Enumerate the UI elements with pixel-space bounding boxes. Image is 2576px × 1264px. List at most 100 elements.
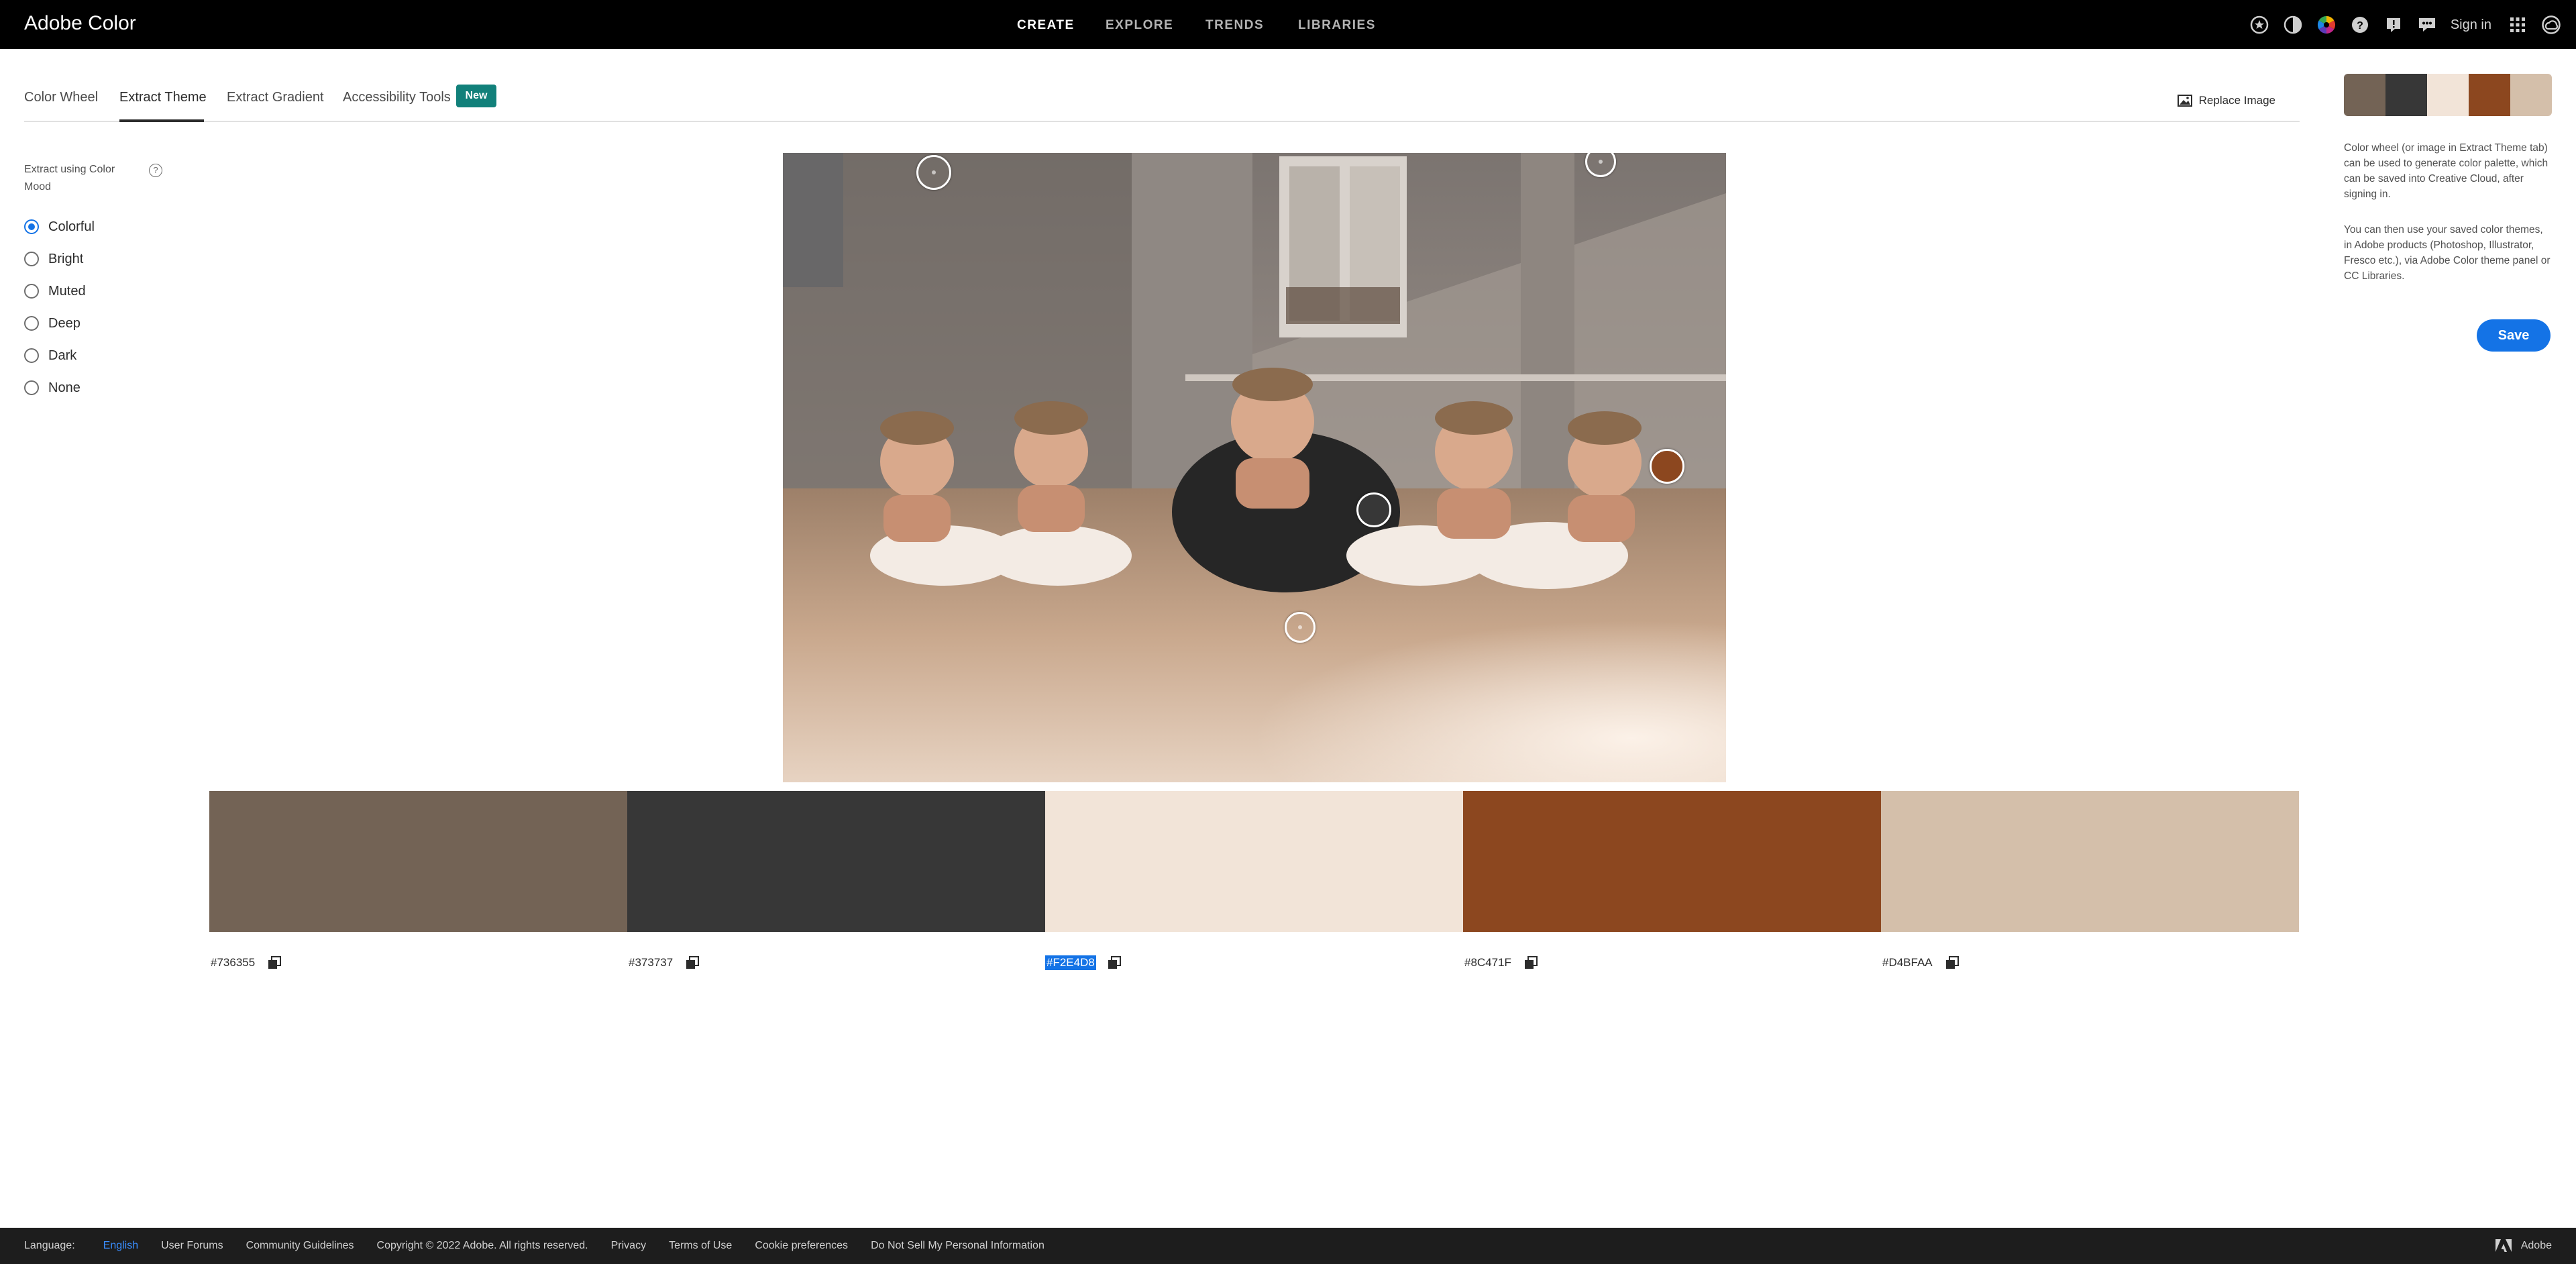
- hex-cell-1: #736355: [209, 953, 282, 973]
- hex-cell-3: #F2E4D8: [1045, 953, 1122, 973]
- color-mood-label: Extract using Color Mood: [24, 164, 115, 193]
- swatch-4[interactable]: [1463, 791, 1881, 932]
- tab-accessibility-tools[interactable]: Accessibility Tools: [343, 90, 451, 105]
- mood-label: Deep: [48, 315, 80, 331]
- app-title[interactable]: Adobe Color: [24, 12, 136, 35]
- info-icon[interactable]: ?: [149, 164, 162, 177]
- hex-input[interactable]: #8C471F: [1463, 955, 1513, 970]
- swatch-1[interactable]: [209, 791, 627, 932]
- tab-extract-gradient[interactable]: Extract Gradient: [227, 90, 324, 105]
- mini-swatch-3: [2427, 74, 2469, 116]
- adobe-logo-icon: [2495, 1239, 2512, 1252]
- image-icon: [2177, 95, 2192, 107]
- nav-explore[interactable]: EXPLORE: [1106, 18, 1173, 33]
- mood-bright[interactable]: Bright: [24, 243, 165, 275]
- mood-colorful[interactable]: Colorful: [24, 211, 165, 243]
- radio-unchecked[interactable]: [24, 316, 39, 331]
- top-bar: Adobe Color CREATE EXPLORE TRENDS LIBRAR…: [0, 0, 2576, 49]
- hex-input[interactable]: #D4BFAA: [1881, 955, 1934, 970]
- radio-unchecked[interactable]: [24, 284, 39, 299]
- footer-link-do-not-sell[interactable]: Do Not Sell My Personal Information: [871, 1240, 1044, 1252]
- language-selector[interactable]: Language: English: [24, 1240, 138, 1252]
- mini-swatch-1: [2344, 74, 2385, 116]
- mood-label: None: [48, 380, 80, 395]
- color-picker-5[interactable]: [1285, 612, 1316, 643]
- footer-link-privacy[interactable]: Privacy: [611, 1240, 646, 1252]
- copy-icon[interactable]: [1107, 955, 1122, 970]
- help-icon[interactable]: ?: [2349, 13, 2371, 36]
- contrast-icon[interactable]: [2282, 13, 2304, 36]
- main-nav: CREATE EXPLORE TRENDS LIBRARIES: [0, 0, 2576, 49]
- color-picker-2[interactable]: [1356, 492, 1391, 527]
- footer-link-cookie-preferences[interactable]: Cookie preferences: [755, 1240, 848, 1252]
- copy-icon[interactable]: [685, 955, 700, 970]
- nav-libraries[interactable]: LIBRARIES: [1298, 18, 1376, 33]
- mood-deep[interactable]: Deep: [24, 307, 165, 339]
- radio-unchecked[interactable]: [24, 252, 39, 266]
- usage-info-text: You can then use your saved color themes…: [2344, 224, 2551, 282]
- footer-copyright: Copyright © 2022 Adobe. All rights reser…: [376, 1240, 588, 1251]
- radio-unchecked[interactable]: [24, 348, 39, 363]
- hex-cell-5: #D4BFAA: [1881, 953, 1960, 973]
- swatch-3[interactable]: [1045, 791, 1463, 932]
- favorites-icon[interactable]: [2248, 13, 2271, 36]
- apps-grid-icon[interactable]: [2506, 13, 2529, 36]
- active-tab-indicator: [119, 119, 204, 122]
- hex-cell-2: #373737: [627, 953, 700, 973]
- mood-none[interactable]: None: [24, 372, 165, 404]
- footer-link-user-forums[interactable]: User Forums: [161, 1240, 223, 1252]
- mini-swatch-5: [2510, 74, 2552, 116]
- color-picker-1[interactable]: [916, 155, 951, 190]
- mini-swatch-2: [2385, 74, 2427, 116]
- ballet-photo: [783, 153, 1726, 782]
- mood-label: Colorful: [48, 219, 95, 234]
- hex-input[interactable]: #736355: [209, 955, 256, 970]
- save-button[interactable]: Save: [2477, 319, 2551, 352]
- color-picker-4[interactable]: [1650, 449, 1684, 484]
- replace-image-label: Replace Image: [2198, 94, 2275, 107]
- footer-link-community-guidelines[interactable]: Community Guidelines: [246, 1240, 354, 1252]
- radio-unchecked[interactable]: [24, 380, 39, 395]
- feedback-icon[interactable]: [2416, 13, 2438, 36]
- alert-icon[interactable]: [2382, 13, 2405, 36]
- copy-icon[interactable]: [1523, 955, 1538, 970]
- creative-cloud-icon[interactable]: [2540, 13, 2563, 36]
- mood-label: Dark: [48, 348, 77, 363]
- create-tabs: Color Wheel Extract Theme Extract Gradie…: [24, 81, 2300, 122]
- mood-muted[interactable]: Muted: [24, 275, 165, 307]
- new-badge: New: [456, 85, 496, 107]
- mood-options: Colorful Bright Muted Deep Dark None: [24, 211, 165, 404]
- swatch-2[interactable]: [627, 791, 1045, 932]
- mood-label: Muted: [48, 283, 86, 299]
- picker-center: [1599, 160, 1603, 164]
- theme-preview: [2344, 74, 2552, 116]
- mood-dark[interactable]: Dark: [24, 339, 165, 372]
- hex-input[interactable]: #F2E4D8: [1045, 955, 1096, 970]
- footer-brand-label: Adobe: [2520, 1240, 2552, 1251]
- nav-trends[interactable]: TRENDS: [1205, 18, 1264, 33]
- swatch-5[interactable]: [1881, 791, 2299, 932]
- save-panel: Color wheel (or image in Extract Theme t…: [2344, 74, 2552, 352]
- radio-checked[interactable]: [24, 219, 39, 234]
- replace-image-button[interactable]: Replace Image: [2177, 94, 2275, 107]
- color-mood-panel: Extract using Color Mood ? Colorful Brig…: [24, 161, 165, 404]
- tab-color-wheel[interactable]: Color Wheel: [24, 90, 98, 105]
- svg-text:?: ?: [2357, 20, 2363, 32]
- footer: Language: English User Forums Community G…: [0, 1228, 2576, 1264]
- sign-in-link[interactable]: Sign in: [2451, 17, 2491, 33]
- picker-center: [932, 170, 936, 174]
- language-value[interactable]: English: [103, 1240, 138, 1251]
- hex-input[interactable]: #373737: [627, 955, 674, 970]
- footer-links: Language: English User Forums Community G…: [24, 1228, 1067, 1264]
- save-info-text: Color wheel (or image in Extract Theme t…: [2344, 142, 2548, 200]
- nav-create[interactable]: CREATE: [1017, 18, 1075, 33]
- source-image: [783, 153, 1726, 782]
- mood-label: Bright: [48, 251, 84, 266]
- copy-icon[interactable]: [1945, 955, 1960, 970]
- footer-link-terms[interactable]: Terms of Use: [669, 1240, 732, 1252]
- color-wheel-icon[interactable]: [2315, 13, 2338, 36]
- copy-icon[interactable]: [267, 955, 282, 970]
- tab-extract-theme[interactable]: Extract Theme: [119, 90, 207, 105]
- color-swatches: [209, 791, 2299, 932]
- footer-brand[interactable]: Adobe: [2495, 1228, 2552, 1264]
